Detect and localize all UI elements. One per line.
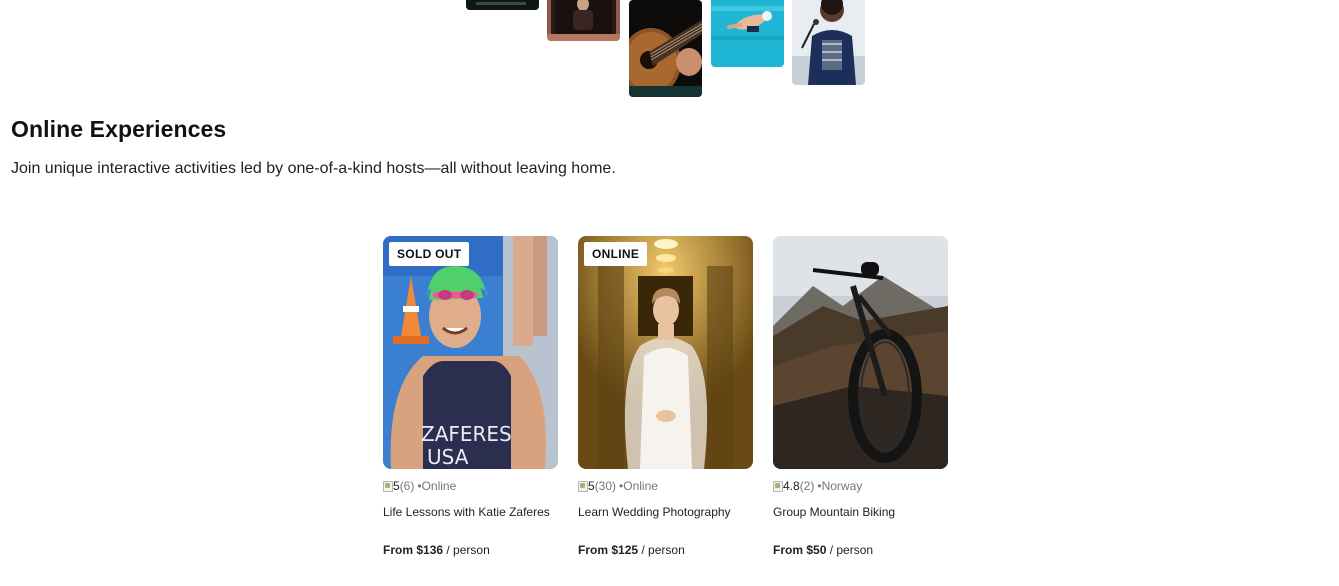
- status-badge: ONLINE: [584, 242, 648, 266]
- card-location: Online: [623, 479, 658, 493]
- star-icon: [383, 481, 393, 492]
- card-review-count: (6): [399, 479, 415, 493]
- section-title: Online Experiences: [11, 116, 227, 142]
- card-rating: 5: [588, 479, 595, 493]
- card-title[interactable]: Group Mountain Biking: [773, 504, 948, 520]
- card-stats: 5(30) •Online: [578, 478, 753, 494]
- top-strip-photo-2[interactable]: [547, 0, 620, 41]
- card-image[interactable]: [773, 236, 948, 469]
- experience-card[interactable]: 4.8(2) •Norway Group Mountain Biking From…: [773, 236, 948, 558]
- card-stats: 5(6) •Online: [383, 478, 558, 494]
- card-price: From $125 / person: [578, 542, 753, 558]
- card-price: From $50 / person: [773, 542, 948, 558]
- card-location: Norway: [821, 479, 863, 493]
- price-unit: / person: [826, 543, 874, 557]
- photo-mountain-bike: [773, 236, 948, 469]
- card-image[interactable]: ZAFERES USA SOLD OUT: [383, 236, 558, 469]
- photo-acoustic-guitar: [629, 0, 702, 97]
- experience-card[interactable]: ONLINE 5(30) •Online Learn Wedding Photog…: [578, 236, 753, 558]
- star-icon: [578, 481, 588, 492]
- price-amount: $125: [611, 543, 639, 557]
- card-rating: 4.8: [783, 479, 800, 493]
- photo-singer-with-microphone: [792, 0, 865, 85]
- card-title[interactable]: Learn Wedding Photography: [578, 504, 753, 520]
- photo-bride: [578, 236, 753, 469]
- experience-card[interactable]: ZAFERES USA SOLD OUT 5(6) •Online Life Le…: [383, 236, 558, 558]
- price-prefix: From: [578, 543, 612, 557]
- card-price: From $136 / person: [383, 542, 558, 558]
- card-image[interactable]: ONLINE: [578, 236, 753, 469]
- top-strip-photo-4[interactable]: [711, 0, 784, 67]
- card-location: Online: [421, 479, 457, 493]
- price-unit: / person: [443, 543, 490, 557]
- photo-triathlete: ZAFERES USA: [383, 236, 558, 469]
- price-prefix: From: [773, 543, 807, 557]
- jersey-name-text: ZAFERES: [421, 422, 512, 446]
- price-amount: $50: [806, 543, 827, 557]
- card-review-count: (2): [799, 479, 815, 493]
- price-prefix: From: [383, 543, 417, 557]
- top-strip-photo-1[interactable]: [466, 0, 539, 10]
- card-title[interactable]: Life Lessons with Katie Zaferes: [383, 504, 558, 520]
- photo-dark-landscape: [466, 0, 539, 10]
- section-subtitle: Join unique interactive activities led b…: [11, 160, 616, 177]
- top-strip-photo-3[interactable]: [629, 0, 702, 97]
- card-rating: 5: [393, 479, 400, 493]
- card-stats: 4.8(2) •Norway: [773, 478, 948, 494]
- price-unit: / person: [638, 543, 685, 557]
- jersey-country-text: USA: [427, 445, 469, 469]
- photo-person-on-stairs: [547, 0, 620, 41]
- card-review-count: (30): [594, 479, 617, 493]
- status-badge: SOLD OUT: [389, 242, 470, 266]
- price-amount: $136: [416, 543, 444, 557]
- star-icon: [773, 481, 783, 492]
- photo-swimmer-in-pool: [711, 0, 784, 67]
- top-strip-photo-5[interactable]: [792, 0, 865, 85]
